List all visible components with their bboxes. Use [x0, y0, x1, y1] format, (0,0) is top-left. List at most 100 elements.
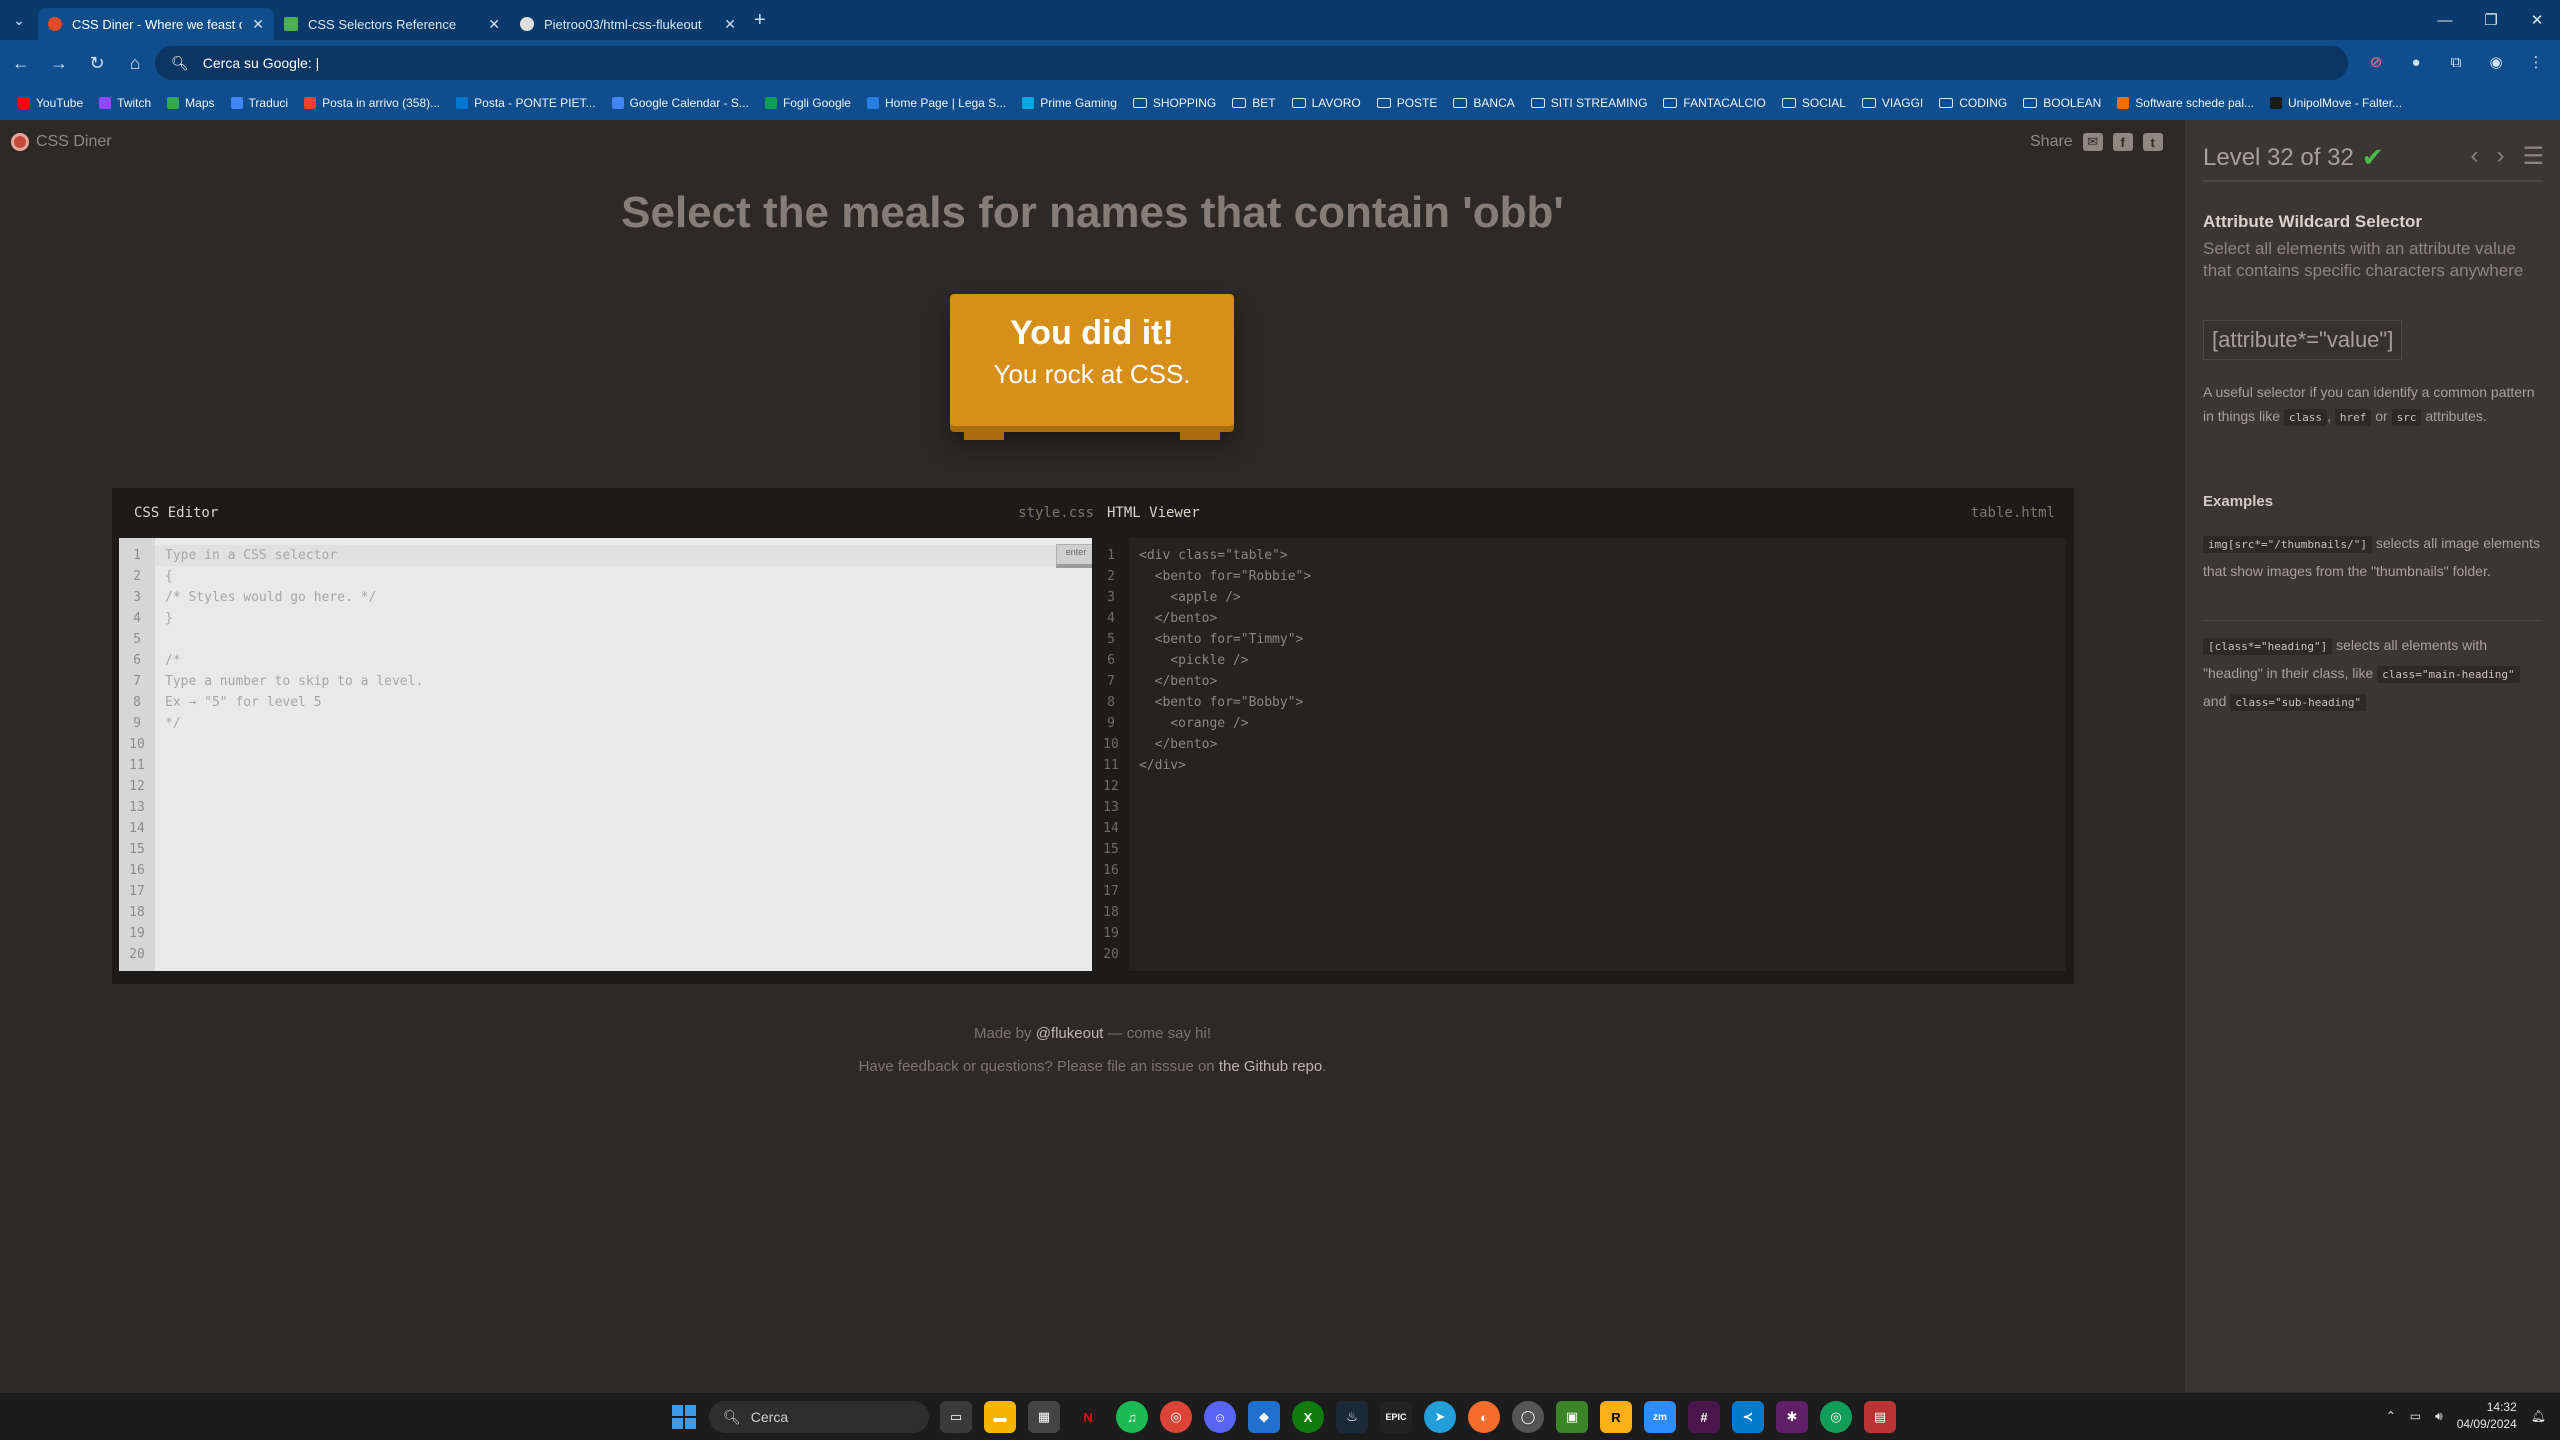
telegram-icon[interactable]: ➤ [1424, 1401, 1456, 1433]
facebook-icon[interactable]: f [2112, 133, 2133, 151]
close-tab-icon[interactable]: ✕ [252, 16, 264, 33]
network-icon[interactable]: ▭ [2410, 1409, 2421, 1423]
twitter-icon[interactable]: t [2142, 133, 2163, 151]
software-icon [2117, 97, 2130, 109]
system-tray: ⌃ ▭ 🔊︎ 14:32 04/09/2024 🔔︎ [2386, 1399, 2546, 1433]
home-icon[interactable]: ⌂ [118, 46, 152, 80]
task-view-icon[interactable]: ▭ [940, 1401, 972, 1433]
new-tab-button[interactable]: + [754, 9, 766, 32]
app-ring-icon[interactable]: ◯ [1512, 1401, 1544, 1433]
bookmark-banca[interactable]: BANCA [1445, 90, 1522, 116]
next-level-icon[interactable]: › [2496, 142, 2504, 171]
tab-css-diner[interactable]: CSS Diner - Where we feast on ✕ [38, 8, 274, 40]
reload-icon[interactable]: ↻ [80, 46, 114, 80]
css-input-pane[interactable]: 1 2 3 4 5 6 7 8 9 10 11 12 13 14 15 16 1… [119, 538, 1104, 971]
close-tab-icon[interactable]: ✕ [724, 16, 736, 33]
bookmark-google-calendar-s[interactable]: Google Calendar - S... [604, 90, 757, 116]
slack-alt-icon[interactable]: ✱ [1776, 1401, 1808, 1433]
bookmark-youtube[interactable]: YouTube [10, 90, 91, 116]
rockstar-icon[interactable]: R [1600, 1401, 1632, 1433]
bookmark-posta-ponte-piet[interactable]: Posta - PONTE PIET... [448, 90, 603, 116]
extensions-puzzle-icon[interactable]: ⧉ [2442, 48, 2470, 76]
slack-icon[interactable]: # [1688, 1401, 1720, 1433]
zoom-icon[interactable]: zm [1644, 1401, 1676, 1433]
bookmark-twitch[interactable]: Twitch [91, 90, 159, 116]
bookmark-label: BANCA [1473, 96, 1515, 110]
email-icon[interactable]: ✉ [2082, 133, 2103, 151]
app-blue-icon[interactable]: ◆ [1248, 1401, 1280, 1433]
bookmark-software-schede-pal[interactable]: Software schede pal... [2109, 90, 2262, 116]
origin-icon[interactable]: ◐ [1468, 1401, 1500, 1433]
bookmark-fantacalcio[interactable]: FANTACALCIO [1655, 90, 1773, 116]
css-file-name: style.css [1018, 505, 1094, 521]
extension-dot-icon[interactable]: ● [2402, 48, 2430, 76]
bookmark-fogli-google[interactable]: Fogli Google [757, 90, 859, 116]
victory-subtitle: You rock at CSS. [993, 359, 1191, 389]
chrome-icon[interactable]: ◎ [1160, 1401, 1192, 1433]
bookmark-siti-streaming[interactable]: SITI STREAMING [1523, 90, 1656, 116]
kebab-menu-icon[interactable]: ⋮ [2522, 48, 2550, 76]
address-bar[interactable]: 🔍︎ Cerca su Google: | [155, 46, 2348, 80]
vscode-icon[interactable]: ≺ [1732, 1401, 1764, 1433]
bookmark-label: Home Page | Lega S... [884, 96, 1007, 110]
profile-avatar-icon[interactable]: ◉ [2482, 48, 2510, 76]
feedback-prefix: Have feedback or questions? Please file … [858, 1058, 1219, 1075]
bookmark-boolean[interactable]: BOOLEAN [2015, 90, 2109, 116]
chrome-active-icon[interactable]: ◎ [1820, 1401, 1852, 1433]
discord-icon[interactable]: ☺ [1204, 1401, 1236, 1433]
tab-title: CSS Selectors Reference [308, 16, 457, 32]
bookmark-social[interactable]: SOCIAL [1774, 90, 1854, 116]
level-menu-icon[interactable]: ☰ [2522, 142, 2544, 171]
previous-level-icon[interactable]: ‹ [2470, 142, 2478, 171]
spotify-icon[interactable]: ♫ [1116, 1401, 1148, 1433]
bookmark-maps[interactable]: Maps [159, 90, 222, 116]
xbox-icon[interactable]: X [1292, 1401, 1324, 1433]
file-explorer-icon[interactable]: ▬ [984, 1401, 1016, 1433]
volume-icon[interactable]: 🔊︎ [2435, 1409, 2443, 1424]
taskbar-search[interactable]: 🔍︎ Cerca [709, 1401, 929, 1433]
css-diner-logo[interactable]: CSS Diner [11, 133, 112, 151]
bookmark-unipolmove-falter[interactable]: UnipolMove - Falter... [2262, 90, 2410, 116]
close-tab-icon[interactable]: ✕ [488, 16, 500, 33]
minimize-icon[interactable]: — [2422, 0, 2468, 40]
close-window-icon[interactable]: ✕ [2514, 0, 2560, 40]
bookmark-traduci[interactable]: Traduci [223, 90, 297, 116]
bookmark-prime-gaming[interactable]: Prime Gaming [1014, 90, 1125, 116]
minecraft-icon[interactable]: ▣ [1556, 1401, 1588, 1433]
tray-overflow-icon[interactable]: ⌃ [2386, 1409, 2396, 1423]
clock[interactable]: 14:32 04/09/2024 [2457, 1399, 2517, 1433]
steam-icon[interactable]: ♨ [1336, 1401, 1368, 1433]
bookmark-shopping[interactable]: SHOPPING [1125, 90, 1224, 116]
author-link[interactable]: @flukeout [1036, 1025, 1104, 1042]
css-diner-page: CSS Diner Share ✉ f t Select the meals f… [0, 120, 2560, 1392]
level-indicator[interactable]: Level 32 of 32 ✔ [2203, 142, 2384, 173]
tab-search-button[interactable]: ⌄ [6, 7, 32, 33]
github-repo-link[interactable]: the Github repo [1219, 1058, 1322, 1075]
css-code[interactable]: Type in a CSS selector { /* Styles would… [165, 545, 423, 734]
netflix-icon[interactable]: N [1072, 1401, 1104, 1433]
microsoft-store-icon[interactable]: ▦ [1028, 1401, 1060, 1433]
notification-bell-icon[interactable]: 🔔︎ [2531, 1409, 2546, 1423]
credits-prefix: Made by [973, 1025, 1036, 1042]
back-arrow-icon[interactable]: ← [4, 46, 38, 80]
bookmark-lavoro[interactable]: LAVORO [1284, 90, 1369, 116]
extension-block-icon[interactable]: ⊘ [2362, 48, 2390, 76]
tab-github-repo[interactable]: Pietroo03/html-css-flukeout ✕ [510, 8, 746, 40]
youtube-icon [18, 97, 30, 109]
bookmark-bet[interactable]: BET [1224, 90, 1283, 116]
windows-start-icon[interactable] [672, 1405, 696, 1429]
windows-taskbar: 🔍︎ Cerca ▭ ▬ ▦ N ♫ ◎ ☺ ◆ X ♨ EPIC ➤ ◐ ◯ … [0, 1392, 2560, 1440]
bookmark-posta-in-arrivo-358[interactable]: Posta in arrivo (358)... [296, 90, 448, 116]
bookmark-viaggi[interactable]: VIAGGI [1854, 90, 1931, 116]
tab-css-selectors-reference[interactable]: CSS Selectors Reference ✕ [274, 8, 510, 40]
logo-text: CSS Diner [36, 133, 112, 150]
epic-games-icon[interactable]: EPIC [1380, 1401, 1412, 1433]
browser-toolbar: ← → ↻ ⌂ 🔍︎ Cerca su Google: | ⊘ ● ⧉ ◉ ⋮ [0, 40, 2560, 86]
bookmark-coding[interactable]: CODING [1931, 90, 2015, 116]
forward-arrow-icon[interactable]: → [42, 46, 76, 80]
bookmark-home-page-lega-s[interactable]: Home Page | Lega S... [859, 90, 1014, 116]
bookmark-poste[interactable]: POSTE [1369, 90, 1446, 116]
restore-icon[interactable]: ❐ [2468, 0, 2514, 40]
app-generic-icon[interactable]: ▤ [1864, 1401, 1896, 1433]
enter-button[interactable]: enter [1056, 544, 1096, 568]
